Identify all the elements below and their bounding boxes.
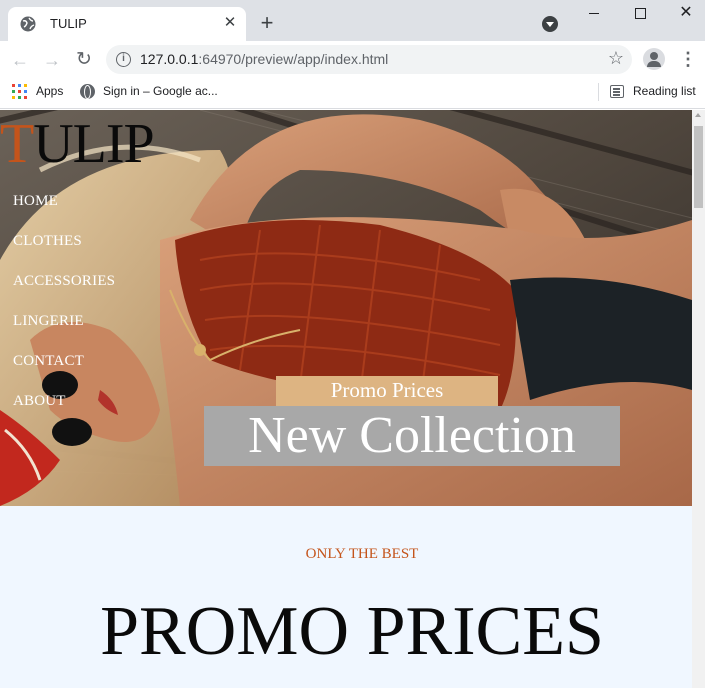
reload-icon[interactable]: ↻ — [72, 48, 96, 72]
maximize-icon[interactable] — [617, 0, 663, 28]
back-icon[interactable]: ← — [8, 48, 32, 72]
bookmark-star-icon[interactable]: ☆ — [606, 48, 626, 68]
more-menu-icon[interactable]: ⋮ — [678, 49, 698, 69]
url-text[interactable]: 127.0.0.1:64970/preview/app/index.html — [140, 51, 388, 67]
tab-search-icon[interactable] — [542, 16, 558, 32]
logo-rest: ULIP — [33, 113, 154, 175]
section-subtitle: ONLY THE BEST — [305, 546, 419, 562]
page-scrollbar[interactable] — [692, 110, 705, 688]
nav-home[interactable]: HOME — [13, 193, 115, 233]
address-bar[interactable]: i 127.0.0.1:64970/preview/app/index.html… — [106, 45, 632, 74]
site-logo[interactable]: TULIP — [0, 113, 155, 175]
globe-favicon-icon — [20, 16, 36, 32]
scroll-up-icon[interactable] — [695, 113, 701, 117]
bookmark-apps[interactable]: Apps — [36, 84, 63, 98]
tab-title: TULIP — [50, 16, 87, 31]
browser-toolbar: ← → ↻ i 127.0.0.1:64970/preview/app/inde… — [0, 41, 705, 78]
nav-contact[interactable]: CONTACT — [13, 353, 115, 393]
bookmark-google-signin[interactable]: Sign in – Google ac... — [103, 84, 218, 98]
bookmarks-divider — [598, 83, 599, 101]
logo-initial: T — [0, 113, 34, 175]
nav-about[interactable]: ABOUT — [13, 393, 115, 433]
window-close-icon[interactable]: ✕ — [663, 0, 705, 28]
main-nav: HOME CLOTHES ACCESSORIES LINGERIE CONTAC… — [13, 193, 115, 433]
minimize-icon[interactable] — [571, 0, 617, 28]
scroll-thumb[interactable] — [694, 126, 703, 208]
tab-strip: TULIP ✕ + ✕ — [0, 0, 705, 41]
browser-tab[interactable]: TULIP ✕ — [8, 7, 246, 41]
bookmarks-bar: Apps Sign in – Google ac... Reading list — [0, 78, 705, 109]
site-info-icon[interactable]: i — [116, 52, 131, 67]
reading-list-icon[interactable] — [610, 85, 624, 98]
section-headline: PROMO PRICES — [100, 593, 604, 670]
nav-lingerie[interactable]: LINGERIE — [13, 313, 115, 353]
url-host: 127.0.0.1 — [140, 51, 199, 67]
reading-list-button[interactable]: Reading list — [633, 84, 696, 98]
globe-icon — [80, 84, 95, 99]
profile-icon[interactable] — [643, 48, 665, 70]
promo-prices-tag[interactable]: Promo Prices — [276, 376, 498, 406]
hero-banner: TULIP HOME CLOTHES ACCESSORIES LINGERIE … — [0, 110, 692, 506]
nav-accessories[interactable]: ACCESSORIES — [13, 273, 115, 313]
new-tab-icon[interactable]: + — [256, 12, 278, 34]
new-collection-banner[interactable]: New Collection — [204, 406, 620, 466]
url-path: :64970/preview/app/index.html — [198, 51, 389, 67]
nav-clothes[interactable]: CLOTHES — [13, 233, 115, 273]
forward-icon[interactable]: → — [40, 48, 64, 72]
apps-grid-icon[interactable] — [12, 84, 27, 99]
page-viewport: TULIP HOME CLOTHES ACCESSORIES LINGERIE … — [0, 110, 692, 688]
tab-close-icon[interactable]: ✕ — [222, 15, 238, 31]
